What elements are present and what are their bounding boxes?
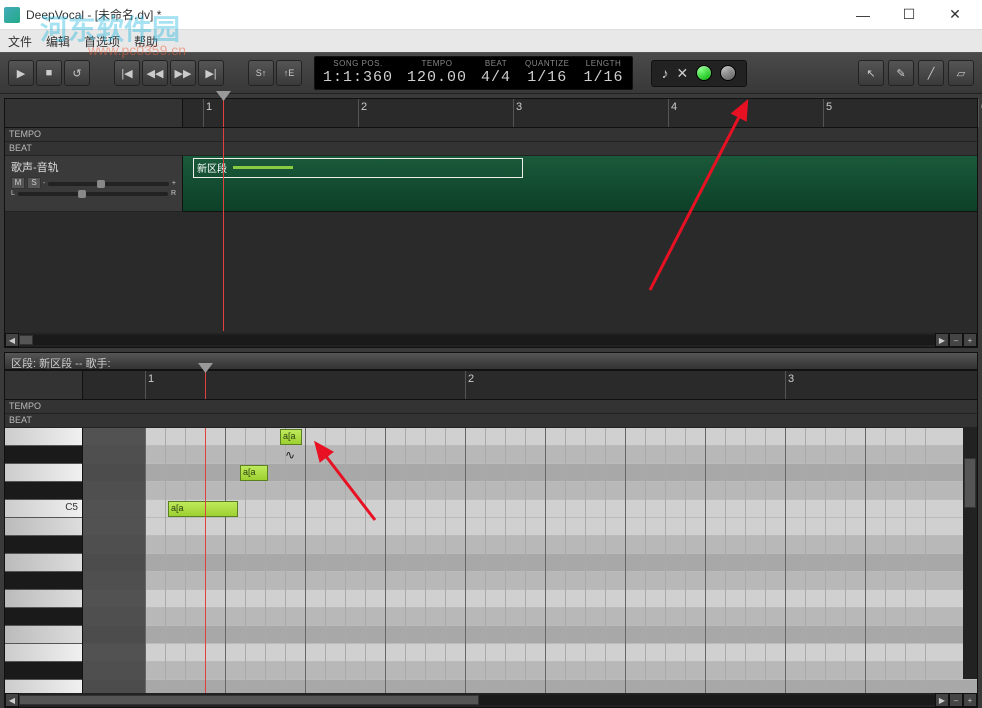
maximize-button[interactable]: ☐: [886, 1, 932, 29]
rewind-button[interactable]: ◀◀: [142, 60, 168, 86]
pr-vscroll-thumb[interactable]: [964, 458, 976, 508]
ruler-bar-2: 2: [361, 101, 367, 113]
lcd-display: SONG POS.1:1:360 TEMPO120.00 BEAT4/4 QUA…: [314, 56, 633, 90]
segment-title: 区段: 新区段 -- 歌手:: [4, 352, 978, 370]
dark-overlay: [83, 428, 145, 693]
app-icon: [4, 7, 20, 23]
quantize-label: QUANTIZE: [525, 59, 569, 69]
arrange-beat-lane[interactable]: [183, 142, 977, 156]
tempo-label: TEMPO: [422, 59, 453, 69]
window-title: DeepVocal - [未命名.dv] *: [26, 6, 840, 23]
record-orb-green[interactable]: [696, 65, 712, 81]
watermark-url: www.pc0359.cn: [88, 42, 186, 58]
tempo-value[interactable]: 120.00: [407, 69, 467, 87]
length-value[interactable]: 1/16: [584, 69, 624, 87]
pr-scroll-right[interactable]: ▶: [935, 693, 949, 707]
arrange-beat-lane-label: BEAT: [5, 142, 183, 156]
pr-vscroll[interactable]: [963, 428, 977, 679]
playhead-line: [223, 128, 224, 331]
marker-start-button[interactable]: S↑: [248, 60, 274, 86]
pr-zoom-out[interactable]: –: [949, 693, 963, 707]
pr-scroll-left[interactable]: ◀: [5, 693, 19, 707]
draw-tool[interactable]: ✎: [888, 60, 914, 86]
solo-button[interactable]: S: [27, 177, 41, 189]
arrange-view: 123456 TEMPO BEAT 歌声-音轨 M S -+ LR 新区段 ◀ …: [4, 98, 978, 348]
shuffle-mode-icon[interactable]: ✕: [677, 65, 689, 82]
arrange-ruler-head: [5, 99, 183, 127]
menu-file[interactable]: 文件: [8, 33, 32, 50]
arrange-ruler[interactable]: 123456: [183, 99, 977, 127]
beat-label: BEAT: [485, 59, 507, 69]
scroll-right-button[interactable]: ▶: [935, 333, 949, 347]
arrange-tempo-lane[interactable]: [183, 128, 977, 142]
menu-edit[interactable]: 编辑: [46, 33, 70, 50]
track-header[interactable]: 歌声-音轨 M S -+ LR: [5, 156, 183, 212]
keyboard[interactable]: C5: [5, 428, 83, 693]
scroll-left-button[interactable]: ◀: [5, 333, 19, 347]
zoom-out-button[interactable]: –: [949, 333, 963, 347]
playhead-arrange[interactable]: [223, 99, 224, 127]
pitch-curve-icon: ∿: [285, 448, 295, 462]
beat-value[interactable]: 4/4: [481, 69, 511, 87]
pr-ruler-bar-3: 3: [788, 373, 794, 385]
pr-scroll-thumb[interactable]: [19, 695, 479, 705]
play-button[interactable]: ▶: [8, 60, 34, 86]
key-label-c5: C5: [65, 502, 78, 513]
note-1[interactable]: a[a: [240, 465, 268, 481]
pr-hscroll[interactable]: ◀ ▶ – +: [5, 693, 977, 707]
length-label: LENGTH: [586, 59, 621, 69]
songpos-value[interactable]: 1:1:360: [323, 69, 393, 87]
pr-ruler-head: [5, 371, 83, 399]
pr-beat-lane[interactable]: [83, 414, 977, 428]
ruler-bar-5: 5: [826, 101, 832, 113]
volume-slider[interactable]: [48, 182, 169, 186]
toolbar: ▶ ■ ↺ |◀ ◀◀ ▶▶ ▶| S↑ ↑E SONG POS.1:1:360…: [0, 52, 982, 94]
pr-tempo-lane[interactable]: [83, 400, 977, 414]
track-name: 歌声-音轨: [11, 159, 176, 175]
ruler-bar-4: 4: [671, 101, 677, 113]
track-lane[interactable]: 新区段: [183, 156, 977, 212]
stop-button[interactable]: ■: [36, 60, 62, 86]
zoom-in-button[interactable]: +: [963, 333, 977, 347]
playhead-grid: [205, 428, 206, 693]
pr-zoom-in[interactable]: +: [963, 693, 977, 707]
arrange-hscroll[interactable]: ◀ ▶ – +: [5, 333, 977, 347]
playhead-pianoroll[interactable]: [205, 371, 206, 399]
pr-beat-label: BEAT: [5, 414, 83, 428]
note-0[interactable]: a[a: [280, 429, 302, 445]
quantize-value[interactable]: 1/16: [527, 69, 567, 87]
arrange-scroll-thumb[interactable]: [19, 335, 33, 345]
select-tool[interactable]: ↖: [858, 60, 884, 86]
arrange-tempo-lane-label: TEMPO: [5, 128, 183, 142]
ruler-bar-1: 1: [206, 101, 212, 113]
minimize-button[interactable]: —: [840, 1, 886, 29]
piano-roll: 1 2 3 TEMPO BEAT C5 a[a a[a a[a ∿ ◀ ▶ – +: [4, 370, 978, 708]
note-2[interactable]: a[a: [168, 501, 238, 517]
pan-slider[interactable]: [18, 192, 168, 196]
close-button[interactable]: ✕: [932, 1, 978, 29]
pr-ruler-bar-1: 1: [148, 373, 154, 385]
note-grid[interactable]: a[a a[a a[a ∿: [83, 428, 977, 693]
arrange-canvas[interactable]: [5, 212, 977, 333]
forward-button[interactable]: ▶▶: [170, 60, 196, 86]
titlebar: DeepVocal - [未命名.dv] * — ☐ ✕: [0, 0, 982, 30]
note-mode-icon[interactable]: ♪: [662, 65, 669, 81]
line-tool[interactable]: ╱: [918, 60, 944, 86]
pr-ruler-bar-2: 2: [468, 373, 474, 385]
loop-button[interactable]: ↺: [64, 60, 90, 86]
erase-tool[interactable]: ▱: [948, 60, 974, 86]
region-waveform: [233, 166, 293, 169]
songpos-label: SONG POS.: [333, 59, 382, 69]
marker-end-button[interactable]: ↑E: [276, 60, 302, 86]
mode-group: ♪ ✕: [651, 60, 748, 87]
go-start-button[interactable]: |◀: [114, 60, 140, 86]
ruler-bar-3: 3: [516, 101, 522, 113]
pr-tempo-label: TEMPO: [5, 400, 83, 414]
orb-grey[interactable]: [720, 65, 736, 81]
pr-ruler[interactable]: 1 2 3: [83, 371, 977, 399]
go-end-button[interactable]: ▶|: [198, 60, 224, 86]
mute-button[interactable]: M: [11, 177, 25, 189]
